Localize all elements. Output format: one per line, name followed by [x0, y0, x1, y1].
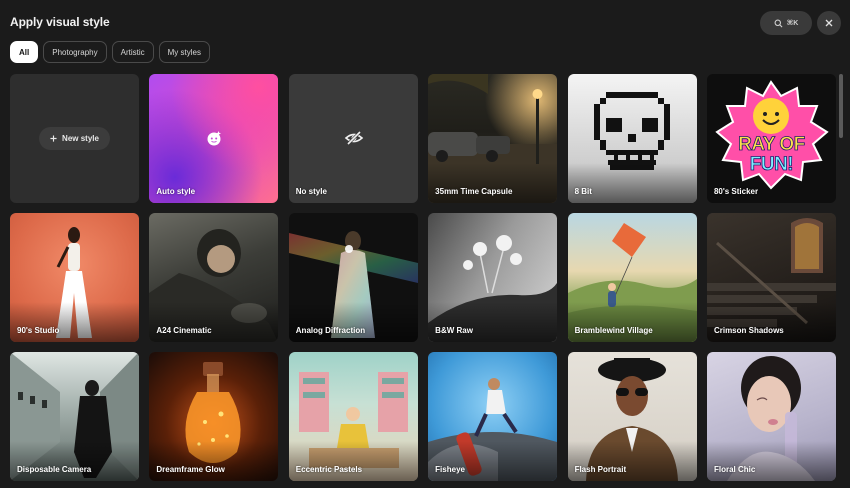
style-label: No style [295, 187, 327, 196]
close-button[interactable] [817, 11, 841, 35]
close-icon [825, 19, 833, 27]
style-label: 35mm Time Capsule [435, 187, 513, 196]
style-label: Eccentric Pastels [295, 465, 363, 474]
style-label: A24 Cinematic [156, 326, 212, 335]
style-label: Dreamframe Glow [156, 465, 225, 474]
style-tile-no-style[interactable]: No style [288, 74, 418, 203]
search-icon [774, 19, 783, 27]
style-label: Floral Chic [713, 465, 756, 474]
style-label: Bramblewind Village [574, 326, 653, 335]
style-label: 90's Studio [17, 326, 60, 335]
style-label: Disposable Camera [17, 465, 92, 474]
search-button[interactable]: ⌘K [760, 11, 812, 35]
dialog-header: Apply visual style ⌘K [0, 0, 850, 42]
style-tile-disposable-camera[interactable]: Disposable Camera [10, 352, 139, 481]
style-tile-floral-chic[interactable]: Floral Chic [706, 352, 836, 481]
style-tile-dreamframe-glow[interactable]: Dreamframe Glow [149, 352, 279, 481]
style-tile-analog-diffraction[interactable]: Analog Diffraction [288, 213, 418, 342]
style-tile-crimson-shadows[interactable]: Crimson Shadows [706, 213, 836, 342]
style-label: Fisheye [435, 465, 465, 474]
style-tile-90s-studio[interactable]: 90's Studio [10, 213, 139, 342]
style-label: Crimson Shadows [713, 326, 784, 335]
filter-my-styles[interactable]: My styles [158, 41, 210, 63]
filter-tabs: All Photography Artistic My styles [10, 41, 210, 63]
style-label: Analog Diffraction [295, 326, 366, 335]
style-tile-35mm-time-capsule[interactable]: 35mm Time Capsule [428, 74, 558, 203]
style-tile-a24-cinematic[interactable]: A24 Cinematic [149, 213, 279, 342]
style-tile-bramblewind-village[interactable]: Bramblewind Village [567, 213, 697, 342]
sticker-text-2: FUN! [749, 154, 794, 176]
dialog-title: Apply visual style [10, 15, 110, 29]
style-label: Auto style [156, 187, 196, 196]
filter-all[interactable]: All [10, 41, 39, 63]
plus-icon [50, 135, 57, 142]
sticker-text-1: RAY OF [738, 134, 806, 156]
style-tile-flash-portrait[interactable]: Flash Portrait [567, 352, 697, 481]
filter-photography[interactable]: Photography [43, 41, 107, 63]
style-tile-eccentric-pastels[interactable]: Eccentric Pastels [288, 352, 418, 481]
new-style-button[interactable]: New style [39, 127, 110, 150]
style-label: 8 Bit [574, 187, 592, 196]
style-grid: New style Auto style No style 35mm Time … [10, 74, 836, 488]
eye-off-icon [344, 130, 363, 146]
style-tile-8-bit[interactable]: 8 Bit [567, 74, 697, 203]
style-tile-fisheye[interactable]: Fisheye [428, 352, 558, 481]
style-label: B&W Raw [435, 326, 473, 335]
style-tile-bw-raw[interactable]: B&W Raw [428, 213, 558, 342]
new-style-tile[interactable]: New style [10, 74, 139, 203]
filter-artistic[interactable]: Artistic [111, 41, 154, 63]
style-tile-80s-sticker[interactable]: RAY OF FUN! 80's Sticker [706, 74, 836, 203]
new-style-label: New style [62, 134, 99, 143]
style-tile-auto-style[interactable]: Auto style [149, 74, 279, 203]
sparkle-face-icon [207, 131, 222, 146]
grid-scrollbar[interactable] [839, 74, 843, 138]
style-label: 80's Sticker [713, 187, 759, 196]
style-label: Flash Portrait [574, 465, 627, 474]
search-shortcut: ⌘K [786, 20, 799, 27]
